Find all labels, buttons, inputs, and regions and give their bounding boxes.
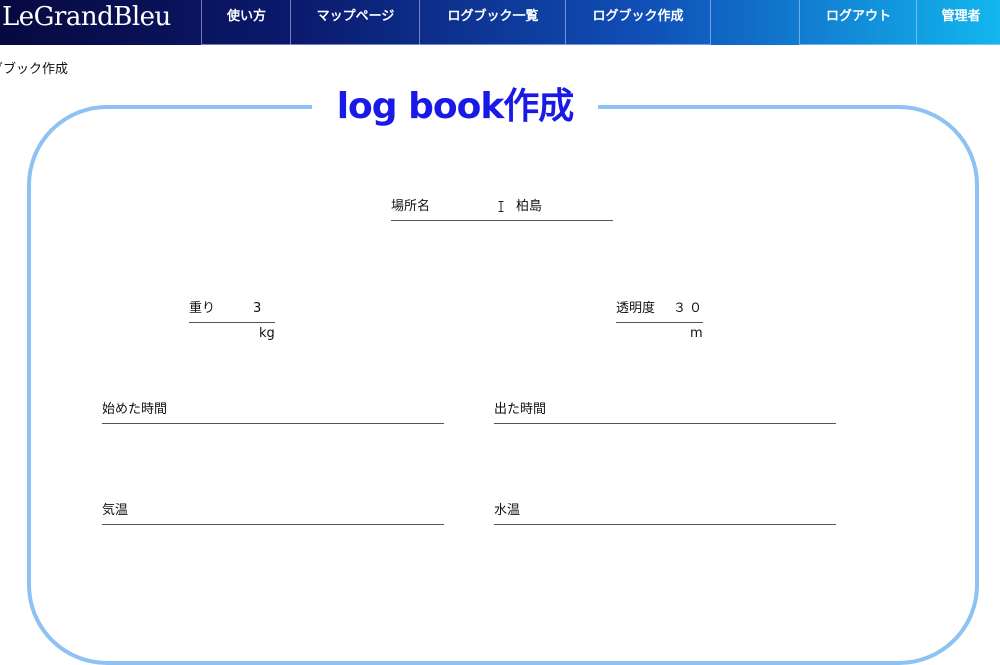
visibility-label: 透明度	[616, 301, 656, 316]
air-temp-field[interactable]: 気温	[102, 493, 444, 525]
start-time-label: 始めた時間	[102, 402, 168, 417]
nav-map-page[interactable]: マップページ	[290, 0, 420, 45]
weight-field[interactable]: 重り 3	[189, 290, 275, 323]
breadcrumb: グブック作成	[0, 62, 69, 77]
nav-guide[interactable]: 使い方	[201, 0, 291, 45]
page-title: log book作成	[312, 82, 598, 132]
place-name-field[interactable]: 場所名 柏島	[391, 190, 613, 221]
i-beam-cursor-icon	[498, 201, 504, 212]
nav-logbook-create[interactable]: ログブック作成	[565, 0, 711, 45]
visibility-input[interactable]: ３０	[673, 297, 705, 316]
air-temp-label: 気温	[102, 503, 129, 518]
brand-logo[interactable]: LeGrandBleu	[0, 0, 171, 34]
visibility-field[interactable]: 透明度 ３０	[616, 290, 703, 323]
weight-label: 重り	[189, 301, 216, 316]
nav-logout[interactable]: ログアウト	[799, 0, 917, 45]
visibility-unit: m	[690, 326, 703, 341]
nav-admin[interactable]: 管理者	[916, 0, 1000, 45]
weight-input[interactable]: 3	[253, 301, 261, 316]
start-time-field[interactable]: 始めた時間	[102, 392, 444, 424]
end-time-label: 出た時間	[494, 402, 547, 417]
logbook-form-frame	[27, 105, 979, 665]
top-navbar: LeGrandBleu 使い方 マップページ ログブック一覧 ログブック作成 ロ…	[0, 0, 1000, 45]
water-temp-label: 水温	[494, 503, 521, 518]
place-name-label: 場所名	[391, 199, 431, 214]
nav-logbook-list[interactable]: ログブック一覧	[419, 0, 566, 45]
water-temp-field[interactable]: 水温	[494, 493, 836, 525]
end-time-field[interactable]: 出た時間	[494, 392, 836, 424]
weight-unit: kg	[259, 326, 275, 341]
place-name-input[interactable]: 柏島	[516, 195, 542, 214]
